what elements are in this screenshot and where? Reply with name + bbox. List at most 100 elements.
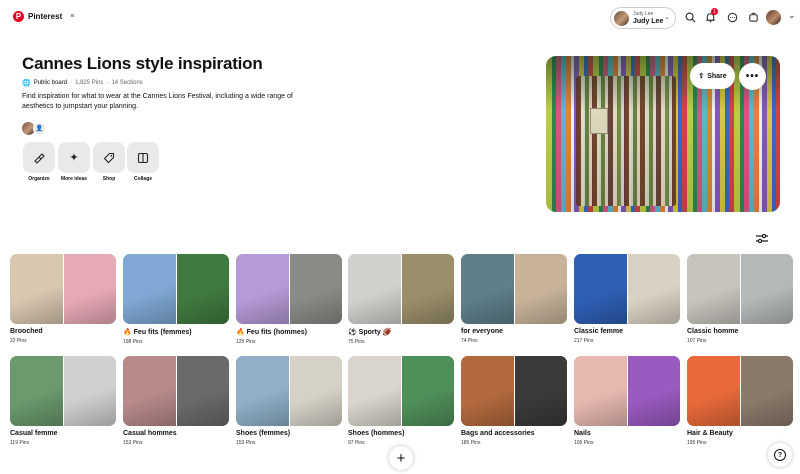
tool-label: Shop xyxy=(102,176,116,182)
section-thumbnail-image xyxy=(627,254,680,324)
section-thumbnail-image xyxy=(740,356,793,426)
tag-icon[interactable] xyxy=(93,142,125,173)
section-title: for everyone xyxy=(461,328,504,335)
section-thumbnail-image xyxy=(687,254,740,324)
meta-separator: · xyxy=(106,80,109,86)
menu-icon[interactable]: ≡ xyxy=(70,13,74,20)
section-thumbnail-image xyxy=(627,356,680,426)
section-pin-count: 119 Pins xyxy=(10,440,30,446)
organize-icon[interactable] xyxy=(23,142,55,173)
help-icon: ? xyxy=(774,449,786,461)
section-thumbnails xyxy=(461,356,567,426)
board-section[interactable]: 🔥 Feu fits (hommes) 125 Pins xyxy=(236,254,342,345)
section-thumbnails xyxy=(123,356,229,426)
section-thumbnails xyxy=(461,254,567,324)
board-section[interactable]: Shoes (femmes) 153 Pins xyxy=(236,356,342,446)
section-thumbnail-image xyxy=(401,254,454,324)
section-thumbnail-image xyxy=(176,254,229,324)
section-title: Hair & Beauty xyxy=(687,430,733,437)
chevron-down-icon: ⌄ xyxy=(664,14,670,21)
section-title: 🔥 Feu fits (femmes) xyxy=(123,329,192,336)
section-title: Shoes (femmes) xyxy=(236,430,291,437)
section-thumbnail-image xyxy=(461,356,514,426)
section-thumbnail-image xyxy=(740,254,793,324)
account-name: Judy Lee xyxy=(633,17,664,25)
section-pin-count: 125 Pins xyxy=(236,339,256,345)
board-section[interactable]: Hair & Beauty 195 Pins xyxy=(687,356,793,446)
account-label: Judy Lee xyxy=(633,10,654,17)
section-thumbnail-image xyxy=(514,254,567,324)
more-options-button[interactable]: ••• xyxy=(739,63,766,90)
section-pin-count: 107 Pins xyxy=(687,338,707,344)
board-section[interactable]: Brooched 22 Pins xyxy=(10,254,116,344)
organize-tool[interactable]: Organize xyxy=(23,142,55,182)
section-thumbnail-image xyxy=(289,356,342,426)
pinterest-logo[interactable]: P Pinterest ≡ xyxy=(13,11,74,22)
section-thumbnails xyxy=(123,254,229,324)
board-section[interactable]: Casual femme 119 Pins xyxy=(10,356,116,446)
section-pin-count: 153 Pins xyxy=(236,440,256,446)
section-thumbnail-image xyxy=(63,254,116,324)
section-title: Classic femme xyxy=(574,328,624,335)
share-button[interactable]: ⇪ Share xyxy=(690,63,735,89)
section-title: Bags and accessories xyxy=(461,430,535,437)
add-button[interactable]: + xyxy=(389,446,413,470)
section-pin-count: 198 Pins xyxy=(123,339,143,345)
section-title: Classic homme xyxy=(687,328,739,335)
section-thumbnail-image xyxy=(574,356,627,426)
section-thumbnail-image xyxy=(687,356,740,426)
section-title: Casual femme xyxy=(10,430,58,437)
section-thumbnails xyxy=(574,254,680,324)
board-section[interactable]: Casual hommes 153 Pins xyxy=(123,356,229,446)
tool-label: Collage xyxy=(133,176,153,182)
section-thumbnail-image xyxy=(236,356,289,426)
profile-avatar[interactable] xyxy=(766,10,781,25)
board-section[interactable]: ⚽ Sporty 🏈 75 Pins xyxy=(348,254,454,345)
section-thumbnail-image xyxy=(514,356,567,426)
section-thumbnail-image xyxy=(123,254,176,324)
share-icon: ⇪ xyxy=(698,73,705,80)
more-ideas-tool[interactable]: ✦ More ideas xyxy=(58,142,90,182)
section-title: Shoes (hommes) xyxy=(348,430,405,437)
section-thumbnails xyxy=(10,254,116,324)
section-thumbnail-image xyxy=(176,356,229,426)
section-thumbnail-image xyxy=(63,356,116,426)
updates-icon[interactable] xyxy=(746,10,760,24)
section-thumbnail-image xyxy=(289,254,342,324)
section-pin-count: 22 Pins xyxy=(10,338,27,344)
collage-icon[interactable] xyxy=(127,142,159,173)
globe-icon: 🌐 xyxy=(22,80,31,87)
board-section[interactable]: 🔥 Feu fits (femmes) 198 Pins xyxy=(123,254,229,345)
sparkle-icon[interactable]: ✦ xyxy=(58,142,90,173)
add-collaborator-icon[interactable]: 👤 xyxy=(33,122,46,135)
collaborators[interactable]: 👤 xyxy=(22,122,46,135)
board-section[interactable]: Nails 105 Pins xyxy=(574,356,680,446)
section-thumbnail-image xyxy=(123,356,176,426)
help-button[interactable]: ? xyxy=(768,443,792,467)
section-thumbnails xyxy=(348,356,454,426)
page-title: Cannes Lions style inspiration xyxy=(22,54,263,73)
board-section[interactable]: Bags and accessories 185 Pins xyxy=(461,356,567,446)
chevron-down-icon[interactable]: ⌄ xyxy=(788,10,796,21)
search-icon[interactable] xyxy=(683,10,697,24)
board-section[interactable]: for everyone 74 Pins xyxy=(461,254,567,344)
section-thumbnail-image xyxy=(236,254,289,324)
board-section[interactable]: Classic homme 107 Pins xyxy=(687,254,793,344)
board-visibility: Public board xyxy=(33,80,68,86)
collage-tool[interactable]: Collage xyxy=(127,142,159,182)
section-thumbnails xyxy=(236,254,342,324)
section-thumbnails xyxy=(574,356,680,426)
shop-tool[interactable]: Shop xyxy=(93,142,125,182)
filter-icon[interactable] xyxy=(756,233,768,247)
board-section[interactable]: Classic femme 217 Pins xyxy=(574,254,680,344)
account-switcher[interactable]: Judy Lee Judy Lee ⌄ xyxy=(610,7,676,29)
section-title: Casual hommes xyxy=(123,430,177,437)
messages-icon[interactable] xyxy=(725,10,739,24)
section-thumbnail-image xyxy=(574,254,627,324)
section-pin-count: 74 Pins xyxy=(461,338,478,344)
share-label: Share xyxy=(707,72,727,80)
board-section[interactable]: Shoes (hommes) 97 Pins xyxy=(348,356,454,446)
board-description: Find inspiration for what to wear at the… xyxy=(22,93,293,110)
board-meta: 🌐 Public board · 1,825 Pins · 14 Section… xyxy=(22,79,143,87)
tool-label: More ideas xyxy=(60,176,88,182)
